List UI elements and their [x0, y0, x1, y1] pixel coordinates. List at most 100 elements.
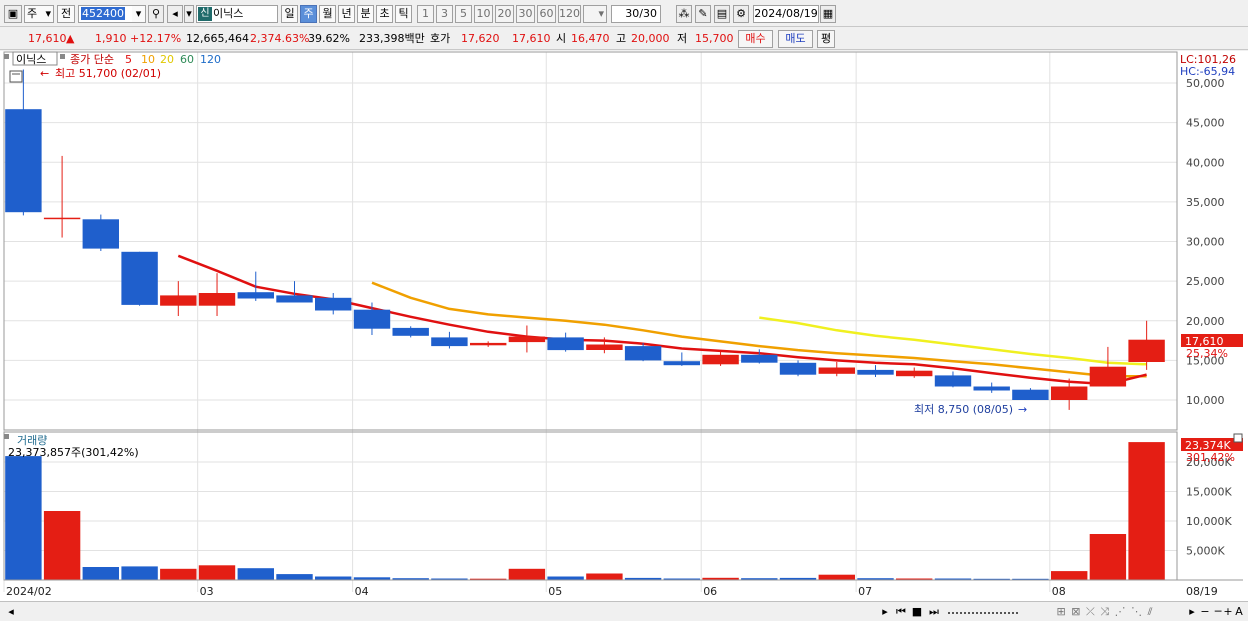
hc-label: HC:-65,94 [1180, 65, 1235, 78]
rewind-icon[interactable]: ⏮ [894, 604, 908, 619]
x-axis-last-label: 08/19 [1186, 585, 1218, 598]
period-type-select[interactable]: 주 ▾ [24, 5, 54, 23]
interval-10[interactable]: 10 [474, 5, 493, 23]
tab-period-month[interactable]: 월 [319, 5, 336, 23]
volume-bar [198, 565, 236, 581]
drawing-tools-icons[interactable]: ⊞ ⊠ ⤫ ⤨ ⋰ ⋱ ⫽ [1030, 604, 1180, 619]
interval-1[interactable]: 1 [417, 5, 434, 23]
prev-button[interactable]: 전 [57, 5, 75, 23]
max-arrow-icon: ← [40, 67, 49, 80]
interval-3[interactable]: 3 [436, 5, 453, 23]
font-size-icon[interactable]: A [1233, 604, 1245, 619]
bottom-scrollbar[interactable]: ◂ ▸ ⏮ ■ ⏭ ⊞ ⊠ ⤫ ⤨ ⋰ ⋱ ⫽ ▸ − ─ + A [0, 601, 1248, 621]
x-axis-label: 03 [200, 585, 214, 598]
volume-tick-label: 10,000K [1186, 515, 1232, 528]
tab-period-day[interactable]: 일 [281, 5, 298, 23]
volume-bar [508, 568, 546, 580]
current-volume-pct-label: 301,42% [1186, 451, 1235, 464]
volume-bar [1089, 534, 1127, 580]
ma20-line [759, 316, 1147, 366]
volume-layer [5, 442, 1165, 581]
speaker-icon[interactable]: ◂ [167, 5, 183, 23]
settings-gear-icon[interactable]: ⚙ [733, 5, 749, 23]
interval-30[interactable]: 30 [516, 5, 535, 23]
scroll-right-icon[interactable]: ▸ [1186, 604, 1198, 619]
price-change-pct: +12.17% [130, 32, 182, 45]
volume-legend-square-icon [4, 434, 9, 439]
min-arrow-icon: → [1018, 403, 1027, 416]
date-input[interactable]: 2024/08/19 [753, 5, 819, 23]
forward-icon[interactable]: ⏭ [926, 604, 942, 619]
tab-period-year[interactable]: 년 [338, 5, 355, 23]
volume-bar [315, 576, 352, 580]
volume: 12,665,464 [186, 32, 249, 45]
indicator-icon[interactable]: ⁂ [676, 5, 692, 23]
candle-body [5, 109, 42, 213]
price-tick-label: 20,000 [1186, 315, 1225, 328]
candle-body [896, 370, 933, 377]
tab-period-week[interactable]: 주 [300, 5, 317, 23]
max-price-note: 최고 51,700 (02/01) [55, 67, 161, 80]
scroll-left-icon[interactable]: ◂ [4, 604, 18, 619]
legend-square-icon-2 [60, 54, 65, 59]
candle-body [1012, 389, 1049, 400]
volume-bar [237, 568, 274, 580]
close-icon[interactable] [1233, 433, 1243, 443]
interval-20[interactable]: 20 [495, 5, 514, 23]
candle-body [276, 295, 313, 303]
tab-period-minute[interactable]: 분 [357, 5, 374, 23]
x-axis-label: 06 [703, 585, 717, 598]
interval-120[interactable]: 120 [558, 5, 581, 23]
price-tick-label: 40,000 [1186, 156, 1225, 169]
candle-body [1051, 386, 1088, 400]
candle-body [934, 375, 972, 387]
candle-body [237, 292, 274, 299]
zoom-slider[interactable] [948, 604, 1018, 614]
candle-body [43, 217, 81, 220]
avg-button[interactable]: 평 [817, 30, 835, 48]
candle-body [818, 367, 855, 374]
hoga-bid: 17,610 [512, 32, 551, 45]
turnover-pct: 39.62% [308, 32, 350, 45]
calendar-icon[interactable]: ▦ [820, 5, 836, 23]
volume-bar [1051, 571, 1088, 580]
candle-body [353, 309, 391, 329]
draw-tool-icon[interactable]: ✎ [695, 5, 711, 23]
play-icon[interactable]: ▸ [878, 604, 892, 619]
save-icon[interactable]: ▤ [714, 5, 730, 23]
buy-button[interactable]: 매수 [738, 30, 773, 48]
tab-period-second[interactable]: 초 [376, 5, 393, 23]
volume-bar [160, 568, 197, 580]
legend-ma10: 10 [141, 53, 155, 66]
price-tick-label: 25,000 [1186, 275, 1225, 288]
candle-body [779, 362, 817, 375]
candle-body [431, 337, 468, 347]
count-input[interactable]: 30/30 [611, 5, 661, 23]
stock-name-box[interactable]: 신 이닉스 [196, 5, 278, 23]
sell-button[interactable]: 매도 [778, 30, 813, 48]
price-tick-label: 50,000 [1186, 77, 1225, 90]
quote-info-row: 17,610 ▲ 1,910 +12.17% 12,665,464 2,374.… [0, 28, 1248, 50]
grid-layer [3, 52, 1177, 592]
candle-body [82, 219, 119, 249]
calculator-icon[interactable] [9, 70, 23, 83]
code-dropdown-icon[interactable]: ▾ [132, 5, 146, 23]
toolbar: ▣ 주 ▾ 전 452400 ▾ ⚲ ◂ ▾ 신 이닉스 일 주 월 년 분 초 틱… [0, 0, 1248, 27]
trade-amount: 233,398백만 [359, 32, 425, 45]
chart-area[interactable]: 50,000 45,000 40,000 35,000 30,000 25,000 20,0… [0, 51, 1248, 601]
window-menu-icon[interactable]: ▣ [4, 5, 22, 23]
low-price: 15,700 [695, 32, 734, 45]
interval-60[interactable]: 60 [537, 5, 556, 23]
stock-chart-svg[interactable]: 50,000 45,000 40,000 35,000 30,000 25,000 20,0… [0, 51, 1248, 601]
x-axis-label: 08 [1052, 585, 1066, 598]
legend-ma-label: 종가 단순 [70, 53, 114, 66]
interval-5[interactable]: 5 [455, 5, 472, 23]
zoom-out-icon[interactable]: − [1199, 604, 1211, 619]
custom-interval-select[interactable]: ▾ [583, 5, 607, 23]
tab-period-tick[interactable]: 틱 [395, 5, 412, 23]
stop-icon[interactable]: ■ [910, 604, 924, 619]
search-icon[interactable]: ⚲ [148, 5, 164, 23]
open-price: 16,470 [571, 32, 610, 45]
candle-body [857, 369, 894, 375]
speaker-dropdown-icon[interactable]: ▾ [184, 5, 194, 23]
